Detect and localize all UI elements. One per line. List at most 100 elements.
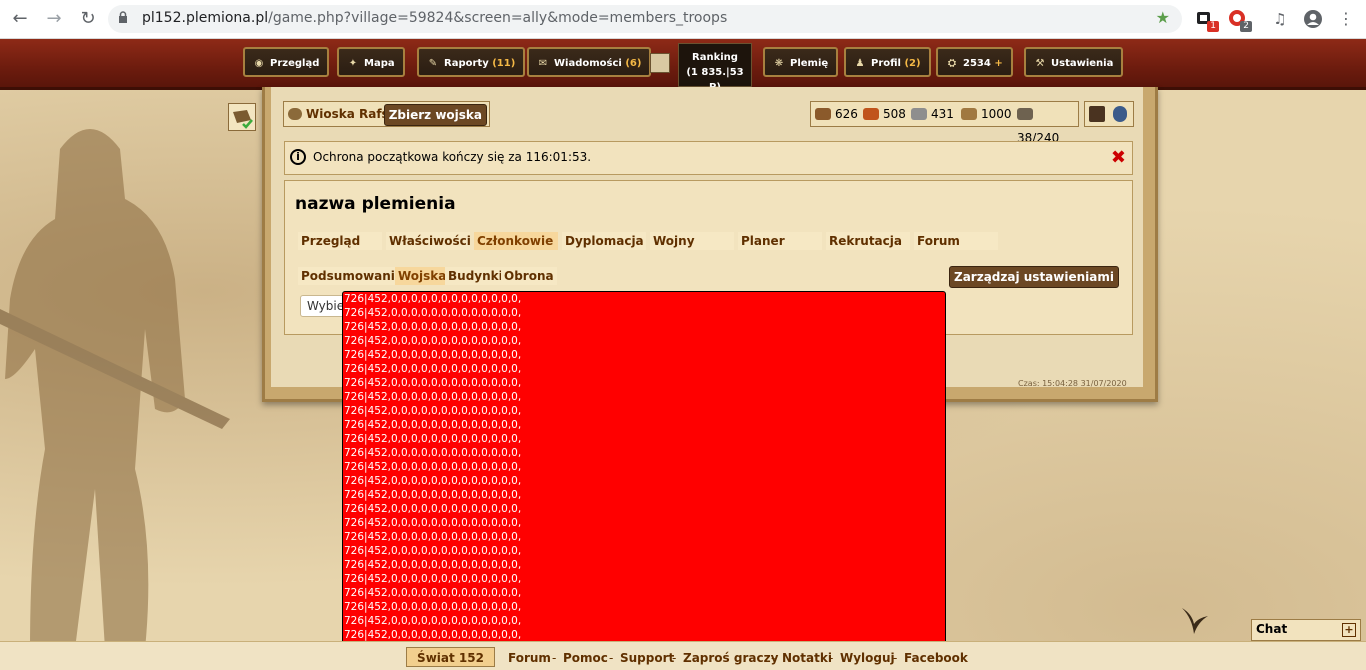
iron-icon <box>911 108 927 120</box>
footer-separator: - <box>829 651 834 665</box>
dump-line: 726|452,0,0,0,0,0,0,0,0,0,0,0,0,0, <box>344 461 522 473</box>
subtab-buildings[interactable]: Budynki <box>445 267 506 285</box>
dump-line: 726|452,0,0,0,0,0,0,0,0,0,0,0,0,0, <box>344 573 522 585</box>
menu-premium-button[interactable]: ⛭ 2534 + <box>936 47 1013 77</box>
wood-resource[interactable]: 626 <box>815 102 858 126</box>
settings-icon: ⚒ <box>1035 58 1045 69</box>
dump-line: 726|452,0,0,0,0,0,0,0,0,0,0,0,0,0, <box>344 363 522 375</box>
storage-icon <box>961 108 977 120</box>
back-arrow-icon[interactable]: ← <box>8 7 32 31</box>
village-icon <box>288 108 302 120</box>
tab-diplomacy[interactable]: Dyplomacja <box>562 232 646 250</box>
footer-link-invite[interactable]: Zaproś graczy <box>683 651 778 665</box>
dump-line: 726|452,0,0,0,0,0,0,0,0,0,0,0,0,0, <box>344 293 522 305</box>
dump-line: 726|452,0,0,0,0,0,0,0,0,0,0,0,0,0, <box>344 391 522 403</box>
footer-link-logout[interactable]: Wyloguj <box>840 651 895 665</box>
world-button[interactable]: Świat 152 <box>406 647 495 667</box>
troops-data-dump: 726|452,0,0,0,0,0,0,0,0,0,0,0,0,0, 726|45… <box>342 291 946 651</box>
reload-icon[interactable]: ↻ <box>76 7 100 31</box>
reports-count: (11) <box>492 58 516 69</box>
browser-menu-icon[interactable]: ⋮ <box>1334 7 1358 31</box>
bird-decoration-icon <box>1182 608 1208 634</box>
knight-background-image <box>0 129 230 649</box>
menu-item-label: Ustawienia <box>1051 58 1114 69</box>
menu-settings-button[interactable]: ⚒ Ustawienia <box>1024 47 1124 77</box>
population-resource[interactable]: 38/240 <box>1017 102 1078 145</box>
dump-line: 726|452,0,0,0,0,0,0,0,0,0,0,0,0,0, <box>344 545 522 557</box>
menu-map-button[interactable]: ✦ Mapa <box>337 47 405 77</box>
menu-messages-button[interactable]: ✉ Wiadomości (6) <box>527 47 652 77</box>
footer-link-forum[interactable]: Forum <box>508 651 551 665</box>
tribe-title: nazwa plemienia <box>295 194 456 214</box>
gather-troops-button[interactable]: Zbierz wojska <box>383 104 487 126</box>
tab-wars[interactable]: Wojny <box>650 232 734 250</box>
ranking-box[interactable]: Ranking (1 835.|53 P) <box>678 43 752 93</box>
eye-icon: ◉ <box>254 58 264 69</box>
menu-tribe-button[interactable]: ❋ Plemię <box>763 47 839 77</box>
media-queue-icon[interactable]: ♫ <box>1268 7 1292 31</box>
chat-expand-icon[interactable]: + <box>1342 623 1356 637</box>
dump-line: 726|452,0,0,0,0,0,0,0,0,0,0,0,0,0, <box>344 335 522 347</box>
notebook-icon[interactable] <box>650 53 670 73</box>
bookmark-star-icon[interactable]: ★ <box>1156 8 1170 27</box>
footer-separator: - <box>893 651 898 665</box>
subtab-defense[interactable]: Obrona <box>501 267 557 285</box>
storage-value: 1000 <box>981 107 1012 121</box>
tab-forum[interactable]: Forum <box>914 232 998 250</box>
envelope-icon: ✉ <box>538 58 548 69</box>
game-main-menu: ◉ Przegląd ✦ Mapa ✎ Raporty (11) ✉ Wiadomośc… <box>0 39 1366 93</box>
dump-line: 726|452,0,0,0,0,0,0,0,0,0,0,0,0,0, <box>344 531 522 543</box>
close-icon[interactable]: ✖ <box>1111 147 1126 168</box>
account-avatar-icon[interactable] <box>1303 9 1322 28</box>
dump-line: 726|452,0,0,0,0,0,0,0,0,0,0,0,0,0, <box>344 377 522 389</box>
dump-line: 726|452,0,0,0,0,0,0,0,0,0,0,0,0,0, <box>344 503 522 515</box>
premium-add-icon[interactable]: + <box>994 58 1002 69</box>
forward-arrow-icon[interactable]: → <box>42 7 66 31</box>
subtab-troops[interactable]: Wojska <box>395 267 450 285</box>
dump-line: 726|452,0,0,0,0,0,0,0,0,0,0,0,0,0, <box>344 601 522 613</box>
extension-badge: 2 <box>1240 21 1252 32</box>
subtab-summary[interactable]: Podsumowanie <box>298 267 407 285</box>
notice-text: Ochrona początkowa kończy się za 116:01:… <box>313 150 592 164</box>
tab-members[interactable]: Członkowie <box>474 232 558 250</box>
tribe-icon: ❋ <box>774 58 784 69</box>
clay-resource[interactable]: 508 <box>863 102 906 126</box>
menu-item-label: Mapa <box>364 58 395 69</box>
dump-line: 726|452,0,0,0,0,0,0,0,0,0,0,0,0,0, <box>344 587 522 599</box>
inventory-chest-icon[interactable] <box>1089 106 1105 122</box>
footer-separator: - <box>672 651 677 665</box>
url-host: pl152.plemiona.pl <box>142 10 269 26</box>
address-bar[interactable]: pl152.plemiona.pl/game.php?village=59824… <box>108 5 1182 33</box>
manage-settings-button[interactable]: Zarządzaj ustawieniami <box>949 266 1119 288</box>
footer-separator: - <box>609 651 614 665</box>
quest-scroll-icon[interactable] <box>1113 106 1127 122</box>
tab-recruitment[interactable]: Rekrutacja <box>826 232 910 250</box>
menu-profile-button[interactable]: ♟ Profil (2) <box>844 47 931 77</box>
menu-reports-button[interactable]: ✎ Raporty (11) <box>417 47 526 77</box>
profile-icon: ♟ <box>855 58 865 69</box>
tab-properties[interactable]: Właściwości <box>386 232 471 250</box>
menu-overview-button[interactable]: ◉ Przegląd <box>243 47 330 77</box>
tab-planner[interactable]: Planer <box>738 232 822 250</box>
url-text: pl152.plemiona.pl/game.php?village=59824… <box>142 10 727 26</box>
menu-item-label: Przegląd <box>270 58 320 69</box>
tab-overview[interactable]: Przegląd <box>298 232 382 250</box>
footer-link-facebook[interactable]: Facebook <box>904 651 968 665</box>
opera-extension-icon[interactable]: 2 <box>1228 9 1252 32</box>
chat-widget[interactable]: Chat + <box>1251 619 1361 641</box>
extension-icon[interactable]: 1 <box>1195 9 1219 32</box>
premium-points-icon: ⛭ <box>948 58 956 69</box>
footer-link-support[interactable]: Support <box>620 651 674 665</box>
browser-toolbar: ← → ↻ pl152.plemiona.pl/game.php?village… <box>0 0 1366 39</box>
dump-line: 726|452,0,0,0,0,0,0,0,0,0,0,0,0,0, <box>344 489 522 501</box>
storage-resource[interactable]: 1000 <box>961 102 1012 126</box>
footer-link-help[interactable]: Pomoc <box>563 651 608 665</box>
quest-book-icon[interactable] <box>228 103 256 131</box>
footer-link-notes[interactable]: Notatki <box>782 651 832 665</box>
scroll-icon: ✎ <box>428 58 438 69</box>
wood-icon <box>815 108 831 120</box>
game-page: ◉ Przegląd ✦ Mapa ✎ Raporty (11) ✉ Wiadomośc… <box>0 39 1366 670</box>
footer-separator: - <box>771 651 776 665</box>
iron-resource[interactable]: 431 <box>911 102 954 126</box>
dump-line: 726|452,0,0,0,0,0,0,0,0,0,0,0,0,0, <box>344 419 522 431</box>
